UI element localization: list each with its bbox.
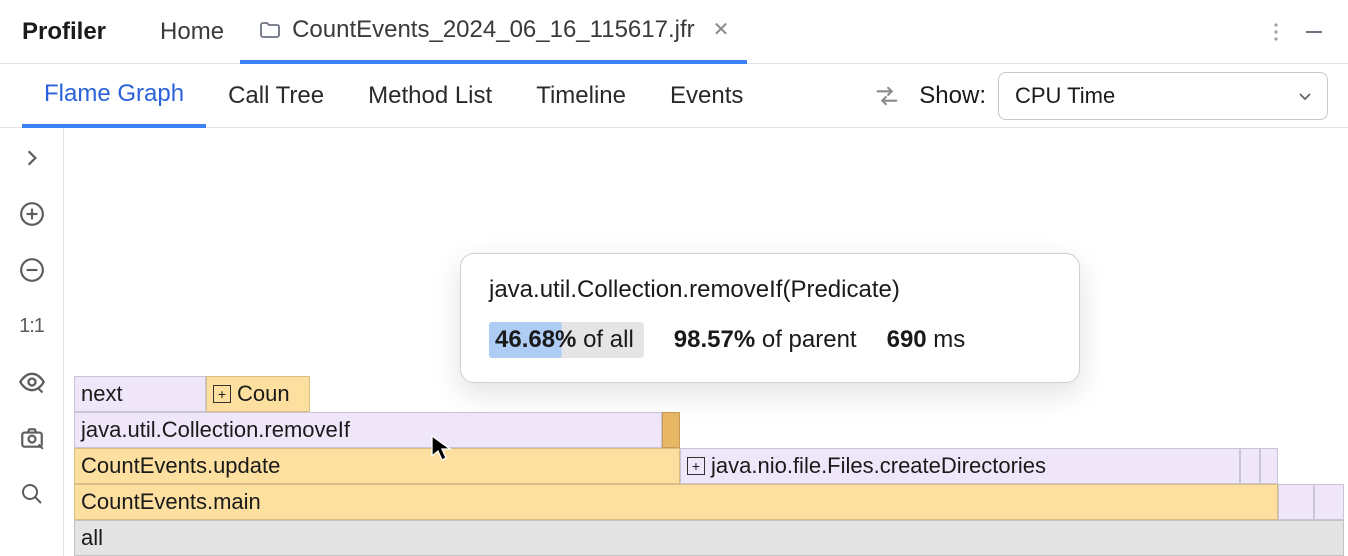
zoom-reset-button[interactable]: 1:1 [14,308,50,344]
flame-frame-remove-if[interactable]: java.util.Collection.removeIf [74,412,662,448]
show-value: CPU Time [1015,83,1115,109]
tooltip-pct-parent: 98.57% of parent [674,326,857,354]
subtab-events[interactable]: Events [648,64,765,128]
flame-frame-stub[interactable] [1260,448,1278,484]
subtab-flame-graph[interactable]: Flame Graph [22,64,206,128]
flame-sidebar: 1:1 [0,128,64,556]
tooltip-pct-all: 46.68% of all [489,322,644,358]
search-icon[interactable] [14,476,50,512]
visibility-icon[interactable] [14,364,50,400]
zoom-in-icon[interactable] [14,196,50,232]
chevron-down-icon [1297,88,1313,104]
tab-home[interactable]: Home [144,0,240,64]
subtab-timeline[interactable]: Timeline [514,64,648,128]
folder-icon [258,18,282,42]
flame-frame-update[interactable]: CountEvents.update [74,448,680,484]
close-tab-icon[interactable]: ✕ [713,17,730,42]
flame-frame-label: Coun [237,381,290,407]
tooltip-stats: 46.68% of all 98.57% of parent 690 ms [489,322,1051,358]
more-icon[interactable] [1258,22,1294,42]
flame-frame-create-dirs[interactable]: + java.nio.file.Files.createDirectories [680,448,1240,484]
flame-frame-all[interactable]: all [74,520,1344,556]
view-tab-bar: Flame Graph Call Tree Method List Timeli… [0,64,1348,128]
flame-frame-label: java.nio.file.Files.createDirectories [711,453,1046,479]
flame-frame-coun[interactable]: + Coun [206,376,310,412]
frame-tooltip: java.util.Collection.removeIf(Predicate)… [460,253,1080,383]
top-tab-bar: Profiler Home CountEvents_2024_06_16_115… [0,0,1348,64]
zoom-out-icon[interactable] [14,252,50,288]
screenshot-icon[interactable] [14,420,50,456]
subtab-method-list[interactable]: Method List [346,64,514,128]
swap-icon[interactable] [873,82,901,110]
show-dropdown[interactable]: CPU Time [998,72,1328,120]
flame-frame-next[interactable]: next [74,376,206,412]
flame-frame-stub[interactable] [1240,448,1260,484]
flame-frame-stub[interactable] [662,412,680,448]
profiler-title: Profiler [22,18,106,46]
flame-frame-main[interactable]: CountEvents.main [74,484,1278,520]
flame-frame-stub[interactable] [1314,484,1344,520]
tooltip-ms: 690 ms [887,326,966,354]
tab-file[interactable]: CountEvents_2024_06_16_115617.jfr ✕ [240,0,747,64]
show-selector-group: Show: CPU Time [873,72,1328,120]
show-label: Show: [919,82,986,110]
tooltip-method: java.util.Collection.removeIf(Predicate) [489,276,1051,304]
expand-right-icon[interactable] [14,140,50,176]
subtab-call-tree[interactable]: Call Tree [206,64,346,128]
expand-icon[interactable]: + [213,385,231,403]
minimize-icon[interactable] [1294,20,1334,44]
flame-frame-stub[interactable] [1278,484,1314,520]
expand-icon[interactable]: + [687,457,705,475]
file-tab-label: CountEvents_2024_06_16_115617.jfr [292,16,695,44]
